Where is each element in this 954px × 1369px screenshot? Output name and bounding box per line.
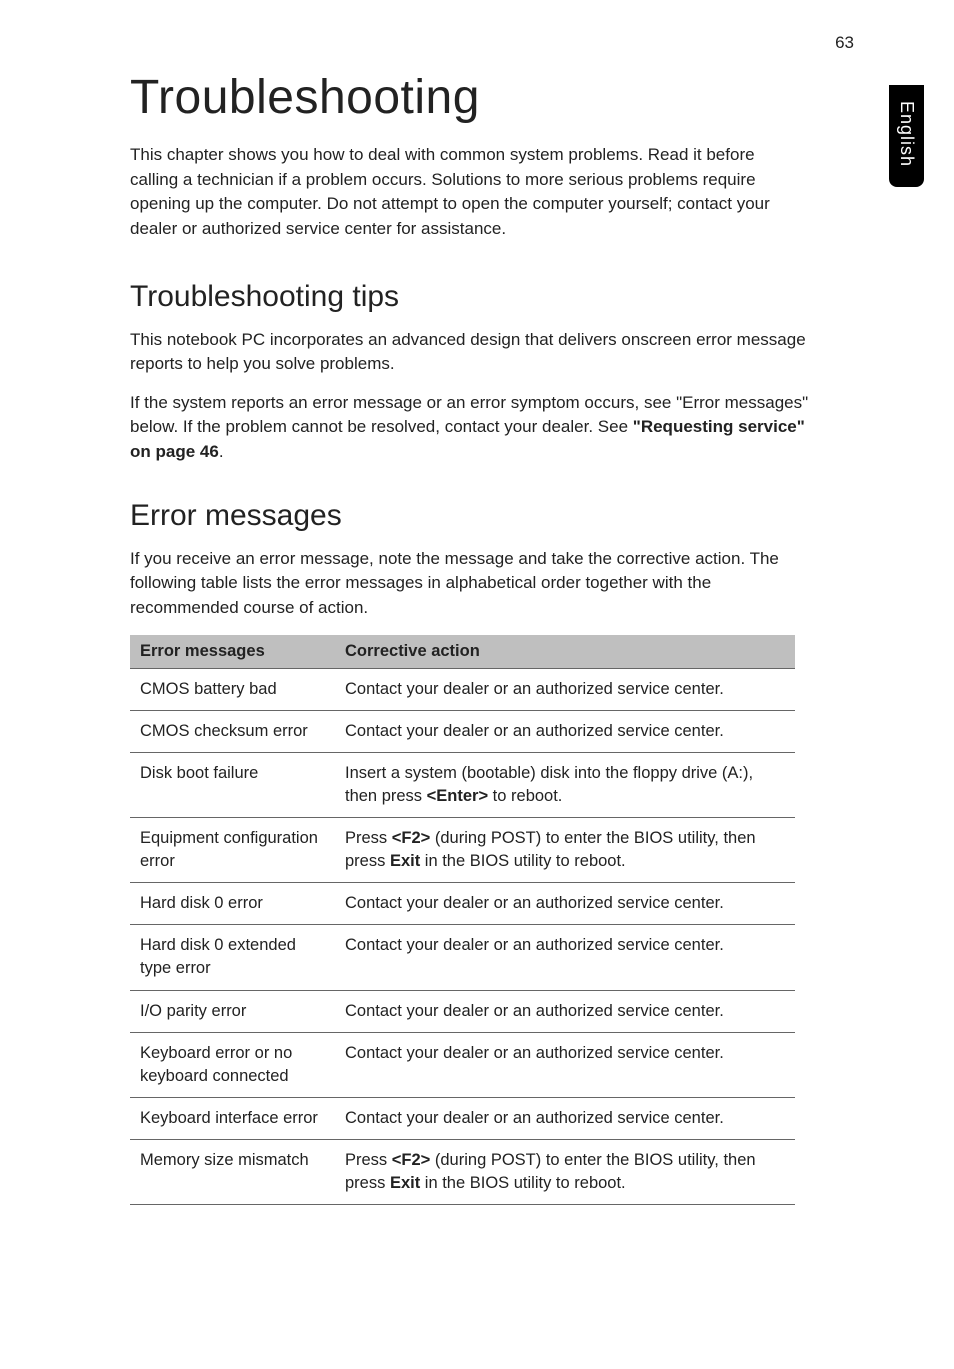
table-row: Hard disk 0 extended type errorContact y… bbox=[130, 925, 795, 990]
table-row: Disk boot failureInsert a system (bootab… bbox=[130, 752, 795, 817]
bold-key: <Enter> bbox=[427, 787, 488, 805]
error-message-cell: Hard disk 0 extended type error bbox=[130, 925, 335, 990]
corrective-action-cell: Contact your dealer or an authorized ser… bbox=[335, 883, 795, 925]
corrective-action-cell: Contact your dealer or an authorized ser… bbox=[335, 1032, 795, 1097]
error-message-cell: CMOS battery bad bbox=[130, 668, 335, 710]
error-message-cell: CMOS checksum error bbox=[130, 710, 335, 752]
table-row: CMOS battery badContact your dealer or a… bbox=[130, 668, 795, 710]
corrective-action-cell: Press <F2> (during POST) to enter the BI… bbox=[335, 1139, 795, 1204]
bold-key: <F2> bbox=[392, 829, 431, 847]
error-message-cell: Keyboard interface error bbox=[130, 1097, 335, 1139]
error-message-cell: Hard disk 0 error bbox=[130, 883, 335, 925]
page-title: Troubleshooting bbox=[130, 70, 864, 125]
error-message-cell: Equipment configuration error bbox=[130, 818, 335, 883]
corrective-action-cell: Contact your dealer or an authorized ser… bbox=[335, 710, 795, 752]
error-message-cell: I/O parity error bbox=[130, 990, 335, 1032]
bold-key: Exit bbox=[390, 1174, 420, 1192]
table-row: Equipment configuration errorPress <F2> … bbox=[130, 818, 795, 883]
table-row: Hard disk 0 errorContact your dealer or … bbox=[130, 883, 795, 925]
page-number: 63 bbox=[835, 33, 854, 53]
page-content: Troubleshooting This chapter shows you h… bbox=[0, 0, 954, 1265]
tips-paragraph-2: If the system reports an error message o… bbox=[130, 391, 810, 465]
corrective-action-cell: Contact your dealer or an authorized ser… bbox=[335, 1097, 795, 1139]
table-row: Memory size mismatchPress <F2> (during P… bbox=[130, 1139, 795, 1204]
bold-key: Exit bbox=[390, 852, 420, 870]
table-row: I/O parity errorContact your dealer or a… bbox=[130, 990, 795, 1032]
corrective-action-cell: Contact your dealer or an authorized ser… bbox=[335, 668, 795, 710]
error-message-cell: Disk boot failure bbox=[130, 752, 335, 817]
error-messages-table: Error messages Corrective action CMOS ba… bbox=[130, 635, 795, 1205]
tips-p2-text-c: . bbox=[219, 442, 224, 461]
table-header-action: Corrective action bbox=[335, 635, 795, 669]
error-messages-intro: If you receive an error message, note th… bbox=[130, 547, 810, 621]
language-tab: English bbox=[889, 85, 924, 187]
error-message-cell: Keyboard error or no keyboard connected bbox=[130, 1032, 335, 1097]
error-messages-heading: Error messages bbox=[130, 499, 864, 533]
error-message-cell: Memory size mismatch bbox=[130, 1139, 335, 1204]
table-header-error: Error messages bbox=[130, 635, 335, 669]
table-row: Keyboard interface errorContact your dea… bbox=[130, 1097, 795, 1139]
corrective-action-cell: Contact your dealer or an authorized ser… bbox=[335, 990, 795, 1032]
corrective-action-cell: Press <F2> (during POST) to enter the BI… bbox=[335, 818, 795, 883]
table-row: CMOS checksum errorContact your dealer o… bbox=[130, 710, 795, 752]
table-header-row: Error messages Corrective action bbox=[130, 635, 795, 669]
corrective-action-cell: Insert a system (bootable) disk into the… bbox=[335, 752, 795, 817]
bold-key: <F2> bbox=[392, 1151, 431, 1169]
tips-heading: Troubleshooting tips bbox=[130, 280, 864, 314]
corrective-action-cell: Contact your dealer or an authorized ser… bbox=[335, 925, 795, 990]
intro-paragraph: This chapter shows you how to deal with … bbox=[130, 143, 770, 242]
language-tab-label: English bbox=[896, 101, 917, 167]
tips-paragraph-1: This notebook PC incorporates an advance… bbox=[130, 328, 810, 377]
table-row: Keyboard error or no keyboard connectedC… bbox=[130, 1032, 795, 1097]
